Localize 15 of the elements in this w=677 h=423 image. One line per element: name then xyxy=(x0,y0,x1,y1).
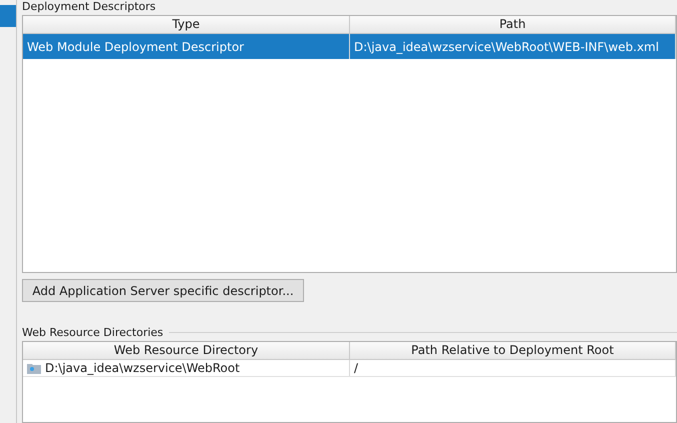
table-row[interactable]: Web Module Deployment Descriptor D:\java_idea\wzservice\WebRoot\WEB-INF\web.xml xyxy=(23,34,676,59)
column-header[interactable]: Path Relative to Deployment Root xyxy=(350,342,676,360)
add-descriptor-button[interactable]: Add Application Server specific descriptor... xyxy=(22,279,304,302)
folder-icon xyxy=(27,362,41,374)
column-header[interactable]: Type xyxy=(23,16,350,33)
column-header[interactable]: Web Resource Directory xyxy=(23,342,350,360)
selected-nav-marker xyxy=(0,5,16,27)
table-cell: Web Module Deployment Descriptor xyxy=(27,40,244,54)
table-cell: D:\java_idea\wzservice\WebRoot xyxy=(45,361,240,376)
section-title: Deployment Descriptors xyxy=(22,0,156,13)
table-cell: D:\java_idea\wzservice\WebRoot\WEB-INF\web.xml xyxy=(354,40,659,54)
section-title: Web Resource Directories xyxy=(22,326,164,340)
table-cell: / xyxy=(354,361,358,376)
column-header[interactable]: Path xyxy=(350,16,676,33)
table-row[interactable]: D:\java_idea\wzservice\WebRoot / xyxy=(23,360,676,378)
